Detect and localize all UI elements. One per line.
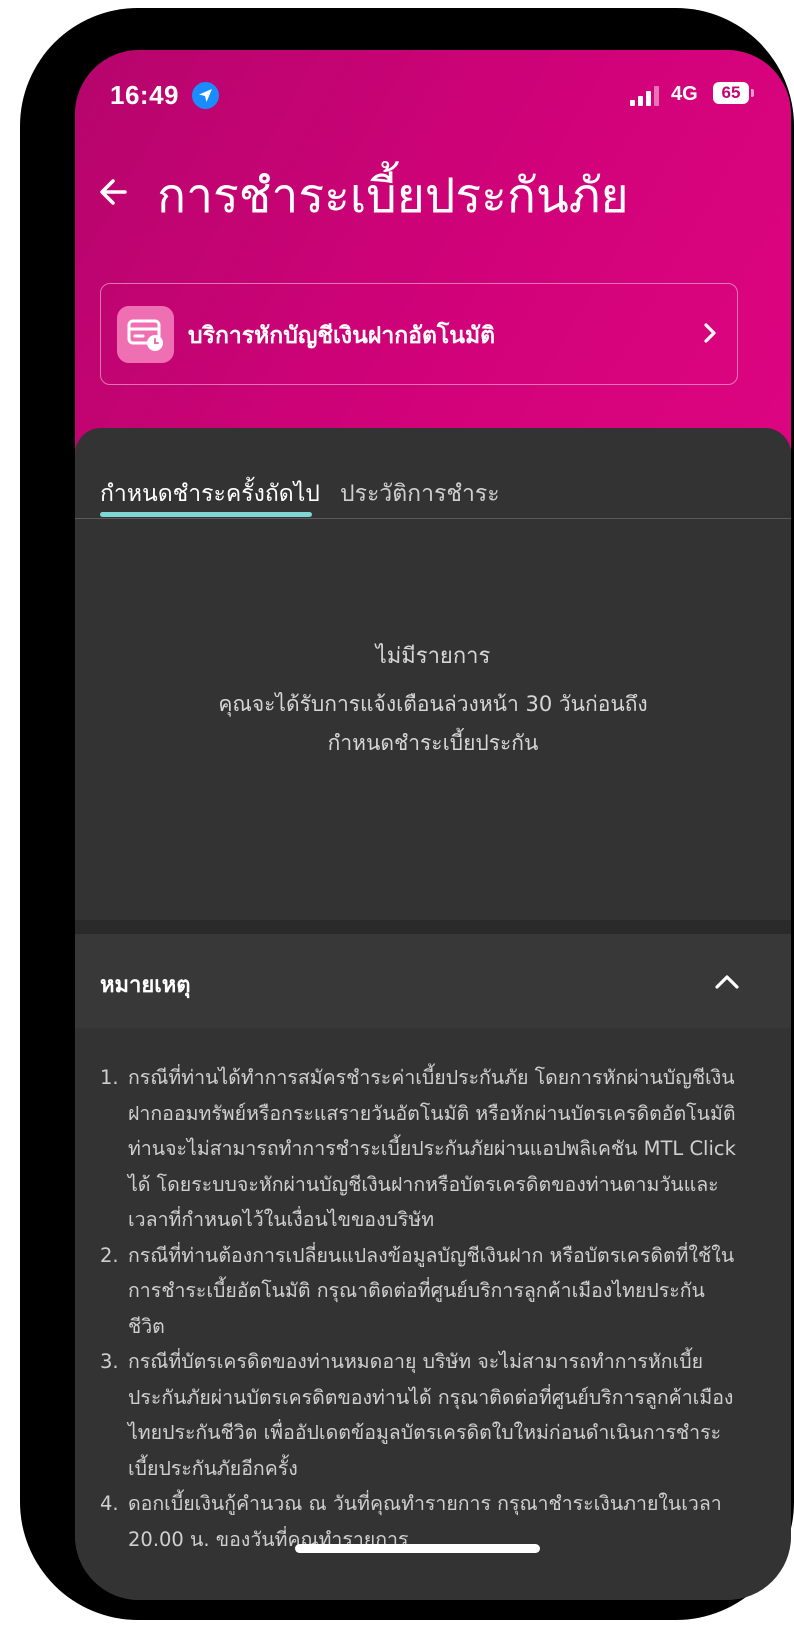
network-type: 4G (671, 83, 698, 105)
phone-frame: 16:49 4G 65 การชำระเบี้ยประกันภัย บริการ… (20, 8, 794, 1620)
tab-next-payment[interactable]: กำหนดชำระครั้งถัดไป (100, 476, 320, 512)
list-item: 1. กรณีที่ท่านได้ทำการสมัครชำระค่าเบี้ยป… (100, 1060, 740, 1238)
section-divider (75, 920, 791, 934)
list-item: 2. กรณีที่ท่านต้องการเปลี่ยนแปลงข้อมูลบั… (100, 1238, 740, 1345)
list-item-text: ดอกเบี้ยเงินกู้คำนวณ ณ วันที่คุณทำรายการ… (128, 1492, 722, 1551)
header-area: 16:49 4G 65 การชำระเบี้ยประกันภัย บริการ… (75, 50, 791, 470)
auto-debit-service-label: บริการหักบัญชีเงินฝากอัตโนมัติ (188, 323, 496, 349)
auto-debit-service-button[interactable]: บริการหักบัญชีเงินฝากอัตโนมัติ (100, 283, 738, 385)
list-item-text: กรณีที่บัตรเครดิตของท่านหมดอายุ บริษัท จ… (128, 1350, 734, 1480)
status-time: 16:49 (110, 80, 179, 110)
empty-state-title: ไม่มีรายการ (375, 644, 491, 669)
list-item-number: 4. (100, 1492, 119, 1515)
empty-state: ไม่มีรายการ คุณจะได้รับการแจ้งเตือนล่วงห… (75, 638, 791, 763)
content-panel: กำหนดชำระครั้งถัดไป ประวัติการชำระ ไม่มี… (75, 428, 791, 1600)
cellular-signal-icon (630, 86, 660, 106)
credit-card-clock-icon (117, 306, 174, 363)
location-arrow-icon (192, 82, 219, 109)
tab-bar: กำหนดชำระครั้งถัดไป ประวัติการชำระ (75, 466, 791, 519)
page-title: การชำระเบี้ยประกันภัย (157, 168, 629, 224)
remarks-list: 1. กรณีที่ท่านได้ทำการสมัครชำระค่าเบี้ยป… (100, 1060, 740, 1557)
empty-state-description: คุณจะได้รับการแจ้งเตือนล่วงหน้า 30 วันก่… (218, 692, 648, 755)
battery-icon: 65 (713, 82, 749, 104)
list-item-number: 3. (100, 1350, 119, 1373)
list-item-number: 2. (100, 1243, 119, 1267)
arrow-left-icon[interactable] (95, 172, 135, 212)
list-item-text: กรณีที่ท่านได้ทำการสมัครชำระค่าเบี้ยประก… (128, 1066, 736, 1231)
chevron-right-icon (701, 322, 719, 349)
remarks-title: หมายเหตุ (100, 973, 191, 998)
status-bar: 16:49 4G 65 (75, 80, 791, 120)
remarks-accordion-header[interactable]: หมายเหตุ (75, 934, 791, 1028)
list-item-number: 1. (100, 1066, 119, 1089)
active-tab-indicator (100, 512, 312, 517)
list-item-text: กรณีที่ท่านต้องการเปลี่ยนแปลงข้อมูลบัญชี… (128, 1243, 735, 1338)
home-indicator[interactable] (295, 1544, 540, 1553)
app-screen: 16:49 4G 65 การชำระเบี้ยประกันภัย บริการ… (75, 50, 791, 1600)
chevron-up-icon[interactable] (714, 974, 740, 995)
list-item: 3. กรณีที่บัตรเครดิตของท่านหมดอายุ บริษั… (100, 1344, 740, 1486)
battery-tip (751, 89, 754, 97)
tab-payment-history[interactable]: ประวัติการชำระ (340, 476, 500, 512)
